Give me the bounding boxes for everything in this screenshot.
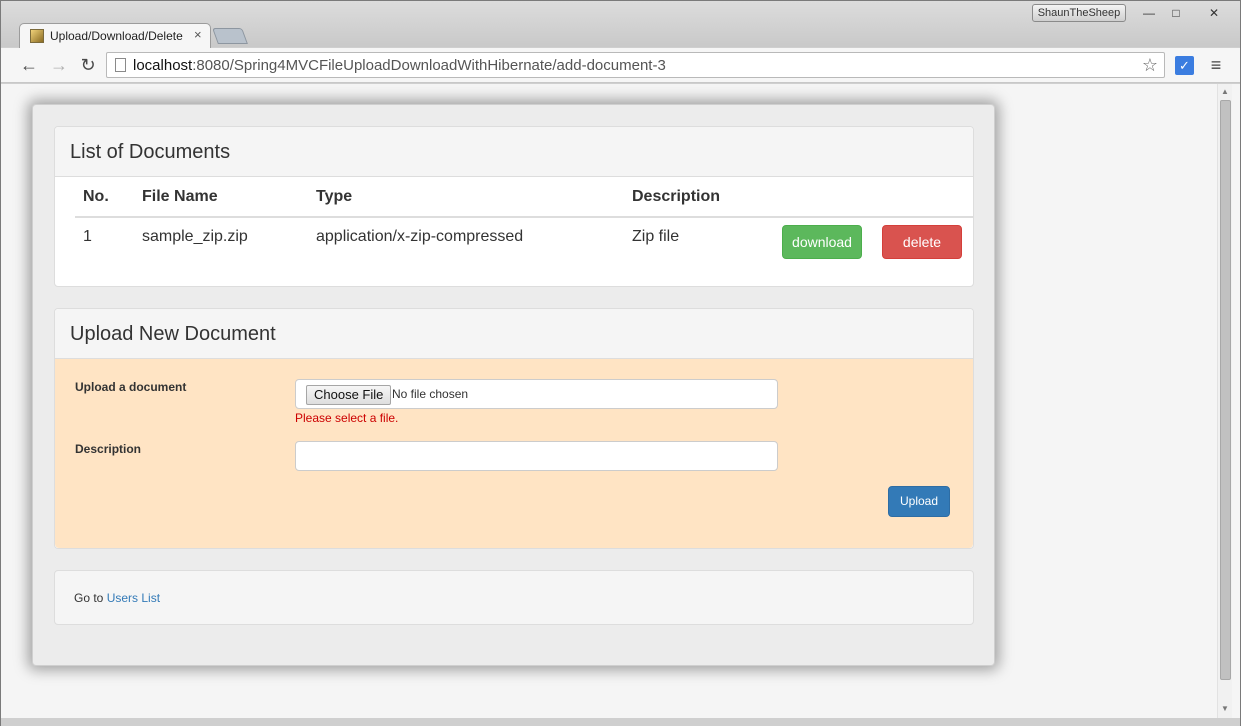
scroll-down-icon[interactable]: ▼ — [1221, 704, 1229, 713]
cell-no: 1 — [83, 228, 92, 245]
forward-arrow-icon[interactable]: → — [49, 55, 69, 75]
column-header-file-name: File Name — [134, 177, 308, 218]
cell-description: Zip file — [632, 228, 680, 245]
cell-type: application/x-zip-compressed — [316, 228, 524, 245]
url-text[interactable]: localhost:8080/Spring4MVCFileUploadDownl… — [133, 57, 666, 74]
menu-icon[interactable]: ≡ — [1207, 55, 1225, 75]
file-input[interactable]: Choose File No file chosen — [295, 379, 778, 409]
footer-prefix: Go to — [74, 591, 104, 605]
file-error-message: Please select a file. — [295, 411, 399, 425]
file-status-text: No file chosen — [392, 387, 469, 401]
column-header-no: No. — [75, 177, 134, 218]
page-viewport: List of Documents No. File Name Type Des… — [1, 84, 1240, 718]
address-bar[interactable]: localhost:8080/Spring4MVCFileUploadDownl… — [106, 52, 1165, 78]
profile-badge[interactable]: ShaunTheSheep — [1032, 4, 1126, 22]
table-header-row: No. File Name Type Description — [75, 177, 973, 218]
delete-button[interactable]: delete — [882, 225, 962, 259]
download-button[interactable]: download — [782, 225, 862, 259]
column-header-actions — [774, 177, 973, 218]
upload-button[interactable]: Upload — [888, 486, 950, 517]
choose-file-button[interactable]: Choose File — [306, 385, 392, 405]
column-header-type: Type — [308, 177, 624, 218]
column-header-description: Description — [624, 177, 774, 218]
back-arrow-icon[interactable]: ← — [19, 55, 39, 75]
tab-close-icon[interactable]: × — [194, 27, 202, 42]
users-list-link[interactable]: Users List — [107, 591, 160, 605]
browser-toolbar: ← → ↻ localhost:8080/Spring4MVCFileUploa… — [1, 48, 1240, 83]
scroll-thumb[interactable] — [1220, 100, 1231, 680]
bookmark-star-icon[interactable]: ☆ — [1142, 55, 1158, 76]
close-window-button[interactable]: ✕ — [1193, 4, 1235, 22]
footer-panel: Go to Users List — [54, 570, 974, 625]
scroll-up-icon[interactable]: ▲ — [1221, 87, 1229, 96]
upload-panel-title: Upload New Document — [55, 309, 973, 359]
extension-check-icon[interactable]: ✓ — [1175, 56, 1194, 75]
vertical-scrollbar[interactable]: ▲ ▼ — [1217, 84, 1232, 718]
page-icon — [115, 58, 126, 72]
description-label: Description — [75, 442, 142, 456]
documents-panel-title: List of Documents — [55, 127, 973, 177]
description-input[interactable] — [295, 441, 778, 471]
minimize-button[interactable]: — — [1137, 4, 1161, 22]
file-label: Upload a document — [75, 380, 187, 394]
browser-window: ShaunTheSheep — □ ✕ Upload/Download/Dele… — [0, 0, 1241, 726]
upload-panel: Upload New Document Upload a document Ch… — [54, 308, 974, 549]
content-wrapper: List of Documents No. File Name Type Des… — [32, 104, 995, 666]
title-bar: ShaunTheSheep — □ ✕ Upload/Download/Dele… — [1, 1, 1240, 49]
tab-title: Upload/Download/Delete — [50, 29, 183, 43]
window-bottom-border — [1, 718, 1240, 726]
cell-file-name: sample_zip.zip — [142, 228, 248, 245]
footer-text: Go to Users List — [74, 591, 160, 605]
maximize-button[interactable]: □ — [1164, 4, 1188, 22]
favicon-icon — [30, 29, 44, 43]
reload-icon[interactable]: ↻ — [78, 55, 98, 75]
url-host: localhost — [133, 57, 193, 74]
documents-panel: List of Documents No. File Name Type Des… — [54, 126, 974, 287]
new-tab-button[interactable] — [212, 28, 248, 44]
browser-tab[interactable]: Upload/Download/Delete × — [19, 23, 211, 49]
upload-form: Upload a document Choose File No file ch… — [55, 359, 973, 548]
url-path: :8080/Spring4MVCFileUploadDownloadWithHi… — [192, 57, 666, 74]
